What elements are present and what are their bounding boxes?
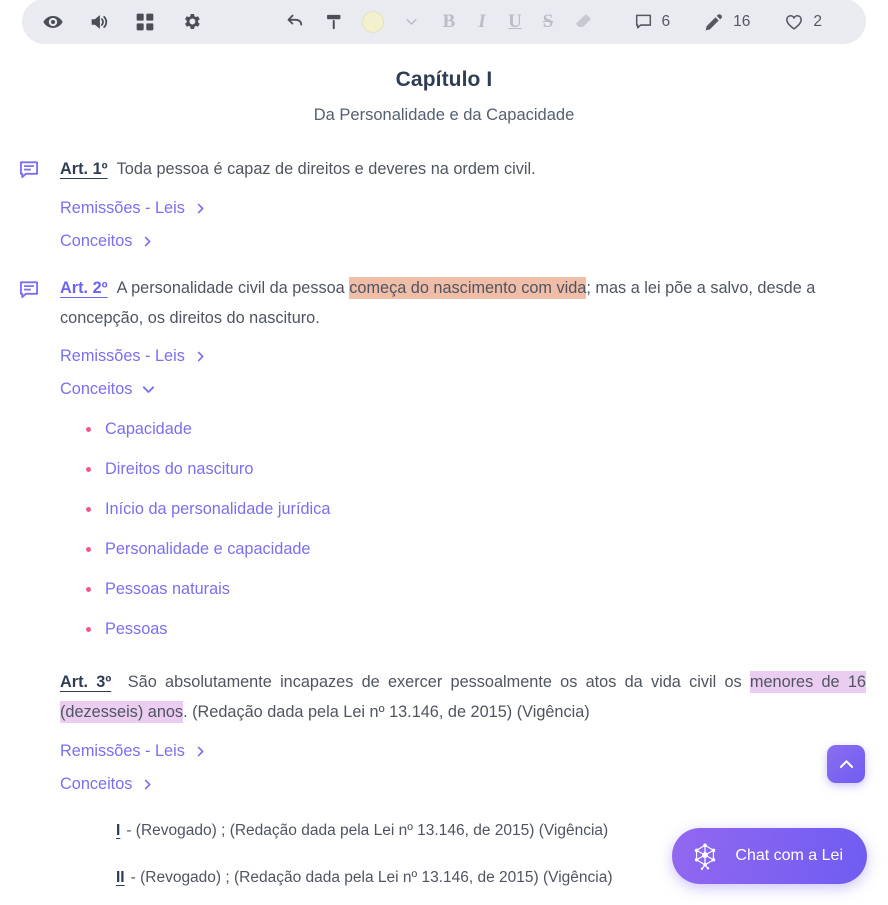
item-numeral: II (116, 868, 125, 886)
list-item[interactable]: Pessoas (86, 620, 866, 639)
bullet-icon (86, 547, 91, 553)
item-numeral: I (116, 822, 121, 840)
article-1-text: Art. 1º Toda pessoa é capaz de direitos … (60, 155, 866, 185)
concept-link[interactable]: Direitos do nascituro (105, 460, 253, 479)
article-1-label[interactable]: Art. 1º (60, 160, 108, 178)
chevron-right-icon (197, 203, 204, 214)
list-item[interactable]: Início da personalidade jurídica (86, 500, 866, 519)
article-3-remissoes-label: Remissões - Leis (60, 742, 185, 761)
comment-margin-icon[interactable] (18, 159, 40, 181)
article-3-conceitos-link[interactable]: Conceitos (60, 775, 866, 794)
article-1-remissoes-link[interactable]: Remissões - Leis (60, 199, 866, 218)
item-text: - (Revogado) ; (Redação dada pela Lei nº… (126, 822, 609, 840)
article-3-remissoes-link[interactable]: Remissões - Leis (60, 742, 866, 761)
article-3-label[interactable]: Art. 3º (60, 673, 111, 691)
article-2-conceitos-label: Conceitos (60, 380, 133, 399)
article-2-concept-list: Capacidade Direitos do nascituro Início … (60, 420, 866, 639)
concept-link[interactable]: Início da personalidade jurídica (105, 500, 330, 519)
chevron-up-icon (839, 759, 853, 768)
chat-com-a-lei-button[interactable]: Chat com a Lei (672, 828, 867, 884)
article-2-label[interactable]: Art. 2º (60, 279, 108, 297)
article-3: Art. 3º São absolutamente incapazes de e… (0, 668, 888, 794)
article-2-body-pre: A personalidade civil da pessoa (116, 278, 350, 297)
article-1-conceitos-label: Conceitos (60, 231, 133, 250)
concept-link[interactable]: Pessoas naturais (105, 580, 230, 599)
article-2-highlight[interactable]: começa do nascimento com vida (349, 276, 587, 299)
page-title: Capítulo I (395, 68, 493, 91)
item-text: - (Revogado) ; (Redação dada pela Lei nº… (130, 868, 613, 886)
article-3-text: Art. 3º São absolutamente incapazes de e… (60, 668, 866, 728)
bullet-icon (86, 587, 91, 593)
page-subtitle: Da Personalidade e da Capacidade (313, 106, 575, 124)
concept-link[interactable]: Capacidade (105, 420, 192, 439)
chevron-down-icon (143, 386, 155, 394)
article-3-conceitos-label: Conceitos (60, 775, 133, 794)
chevron-right-icon (145, 779, 151, 790)
list-item[interactable]: Pessoas naturais (86, 580, 866, 599)
bullet-icon (86, 467, 91, 473)
article-2-conceitos-link[interactable]: Conceitos (60, 380, 866, 399)
article-1-conceitos-link[interactable]: Conceitos (60, 232, 866, 251)
article-1-body: Toda pessoa é capaz de direitos e devere… (116, 160, 536, 178)
chevron-right-icon (197, 352, 204, 362)
concept-link[interactable]: Personalidade e capacidade (105, 540, 310, 559)
article-3-body-pre: São absolutamente incapazes de exercer p… (127, 673, 750, 692)
chat-label: Chat com a Lei (735, 847, 843, 864)
document-body: Capítulo I Da Personalidade e da Capacid… (0, 0, 888, 892)
list-item[interactable]: Direitos do nascituro (86, 460, 866, 479)
list-item[interactable]: Personalidade e capacidade (86, 540, 866, 559)
article-1-remissoes-label: Remissões - Leis (60, 198, 185, 217)
article-2: Art. 2º A personalidade civil da pessoa … (0, 274, 888, 640)
article-2-text: Art. 2º A personalidade civil da pessoa … (60, 274, 866, 334)
article-2-remissoes-link[interactable]: Remissões - Leis (60, 347, 866, 366)
article-3-body-post: . (Redação dada pela Lei nº 13.146, de 2… (183, 703, 590, 722)
article-1: Art. 1º Toda pessoa é capaz de direitos … (0, 155, 888, 251)
comment-margin-icon[interactable] (18, 279, 40, 301)
list-item[interactable]: Capacidade (86, 420, 866, 439)
scroll-to-top-button[interactable] (827, 745, 865, 783)
article-2-remissoes-label: Remissões - Leis (60, 347, 185, 366)
chevron-right-icon (145, 236, 151, 247)
network-graph-icon (695, 843, 716, 870)
bullet-icon (86, 427, 91, 433)
chevron-right-icon (197, 746, 204, 757)
bullet-icon (86, 507, 91, 513)
concept-link[interactable]: Pessoas (105, 620, 167, 639)
bullet-icon (86, 627, 91, 633)
